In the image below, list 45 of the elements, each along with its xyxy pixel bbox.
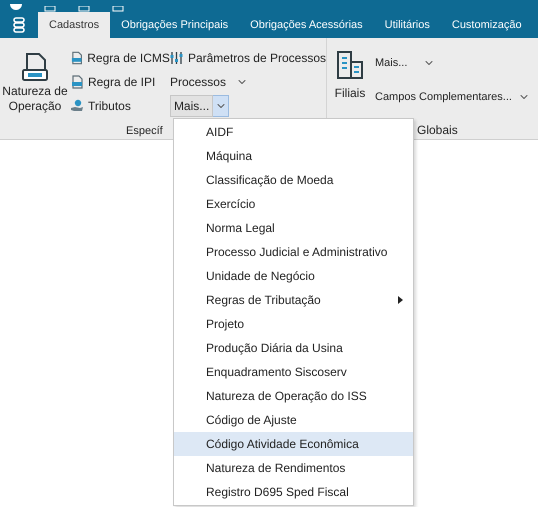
menu-item[interactable]: Projeto — [174, 312, 413, 336]
buildings-icon — [336, 50, 364, 80]
menu-item[interactable]: Máquina — [174, 144, 413, 168]
ribbon-button[interactable]: Parâmetros de Processos — [170, 46, 326, 70]
menu-item[interactable]: AIDF — [174, 120, 413, 144]
ribbon-tab[interactable]: Customização — [440, 12, 533, 38]
dropdown-toggle[interactable] — [213, 95, 230, 117]
group-label: Globais — [416, 122, 459, 139]
ribbon-button[interactable]: Tributos — [70, 94, 170, 118]
menu-item[interactable]: Natureza de Operação do ISS — [174, 384, 413, 408]
menu-item[interactable]: Processo Judicial e Administrativo — [174, 240, 413, 264]
ribbon-tab[interactable]: Obrigações Principais — [110, 12, 240, 38]
menu-item[interactable]: Enquadramento Siscoserv — [174, 360, 413, 384]
toolbar-icon[interactable] — [112, 6, 124, 12]
ribbon-tab[interactable]: Cadastros — [38, 12, 110, 38]
app-icon — [10, 4, 22, 12]
document-icon — [70, 51, 84, 65]
ribbon-button[interactable]: Regra de ICMS — [70, 46, 170, 70]
ribbon-tab[interactable]: Utilitários — [374, 12, 441, 38]
ribbon-tab[interactable]: Obrigações Acessórias — [239, 12, 374, 38]
menu-item[interactable]: Norma Legal — [174, 216, 413, 240]
menu-item[interactable]: Código de Ajuste — [174, 408, 413, 432]
hand-coin-icon — [70, 99, 84, 113]
natureza-button[interactable]: Natureza de Operação — [0, 46, 70, 121]
menu-item[interactable]: Classificação de Moeda — [174, 168, 413, 192]
menu-icon[interactable] — [13, 17, 25, 33]
filiais-button[interactable]: Filiais — [327, 46, 373, 121]
menu-item[interactable]: Produção Diária da Usina — [174, 336, 413, 360]
toolbar-icon[interactable] — [44, 6, 56, 12]
ribbon-dropdown[interactable]: Mais... — [375, 48, 408, 78]
toolbar-icon[interactable] — [78, 6, 90, 12]
menu-item[interactable]: Registro D695 Sped Fiscal — [174, 480, 413, 504]
document-icon — [70, 75, 84, 89]
processos-dropdown[interactable]: Processos — [170, 70, 226, 94]
menu-item[interactable]: Natureza de Rendimentos — [174, 456, 413, 480]
cfop-document-icon — [20, 52, 49, 82]
group-label: Específ — [126, 125, 163, 137]
menu-item[interactable]: Código Atividade Econômica — [174, 432, 413, 456]
sliders-icon — [170, 51, 183, 65]
mais-button[interactable]: Mais... — [170, 95, 214, 117]
ribbon-dropdown[interactable]: Campos Complementares... — [375, 82, 512, 112]
menu-item[interactable]: Regras de Tributação — [174, 288, 413, 312]
ribbon-button[interactable]: Regra de IPI — [70, 70, 170, 94]
menu-item[interactable]: Exercício — [174, 192, 413, 216]
menu-item[interactable]: Unidade de Negócio — [174, 264, 413, 288]
